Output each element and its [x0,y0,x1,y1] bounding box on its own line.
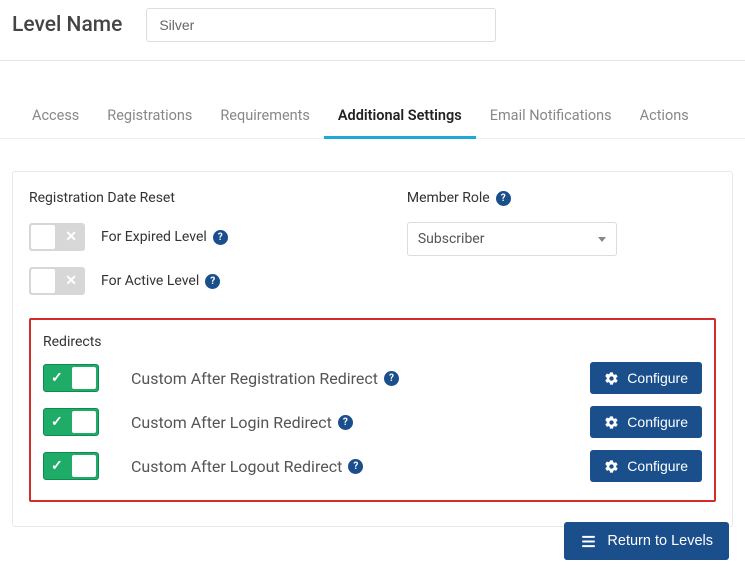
reg-reset-title: Registration Date Reset [29,190,407,206]
toggle-after-logout-redirect[interactable]: ✓ [43,452,99,480]
redirects-title: Redirects [43,334,702,350]
help-icon[interactable]: ? [338,415,353,430]
tabs-bar: Access Registrations Requirements Additi… [0,97,745,139]
level-name-label: Level Name [12,13,122,37]
toggle-active-level[interactable]: ✕ [29,267,85,295]
after-login-redirect-label: Custom After Login Redirect [131,413,332,432]
redirects-section: Redirects ✓ Custom After Registration Re… [29,318,716,502]
help-icon[interactable]: ? [348,459,363,474]
configure-login-redirect-button[interactable]: Configure [590,406,702,438]
return-to-levels-button[interactable]: Return to Levels [564,522,729,560]
configure-logout-redirect-button[interactable]: Configure [590,450,702,482]
active-level-label: For Active Level [101,273,199,289]
help-icon[interactable]: ? [496,191,511,206]
configure-label: Configure [627,414,688,430]
toggle-after-registration-redirect[interactable]: ✓ [43,364,99,392]
help-icon[interactable]: ? [384,371,399,386]
gear-icon [604,415,619,430]
toggle-after-login-redirect[interactable]: ✓ [43,408,99,436]
configure-label: Configure [627,370,688,386]
member-role-value: Subscriber [418,231,485,247]
after-logout-redirect-label: Custom After Logout Redirect [131,457,342,476]
expired-level-label: For Expired Level [101,229,207,245]
tab-actions[interactable]: Actions [626,97,703,138]
tab-registrations[interactable]: Registrations [93,97,206,138]
settings-panel: Registration Date Reset ✕ For Expired Le… [12,171,733,527]
check-icon: ✓ [51,414,63,430]
x-icon: ✕ [65,273,77,289]
help-icon[interactable]: ? [205,274,220,289]
check-icon: ✓ [51,458,63,474]
level-name-input[interactable] [146,8,496,42]
x-icon: ✕ [65,229,77,245]
configure-registration-redirect-button[interactable]: Configure [590,362,702,394]
tab-email-notifications[interactable]: Email Notifications [476,97,626,138]
tab-additional-settings[interactable]: Additional Settings [324,97,476,138]
list-icon [580,533,597,550]
member-role-title: Member Role [407,190,490,206]
tab-access[interactable]: Access [18,97,93,138]
return-label: Return to Levels [607,533,713,549]
after-registration-redirect-label: Custom After Registration Redirect [131,369,378,388]
check-icon: ✓ [51,370,63,386]
chevron-down-icon [598,237,606,242]
member-role-select[interactable]: Subscriber [407,222,617,256]
help-icon[interactable]: ? [213,230,228,245]
toggle-expired-level[interactable]: ✕ [29,223,85,251]
tab-requirements[interactable]: Requirements [206,97,324,138]
configure-label: Configure [627,458,688,474]
gear-icon [604,459,619,474]
gear-icon [604,371,619,386]
